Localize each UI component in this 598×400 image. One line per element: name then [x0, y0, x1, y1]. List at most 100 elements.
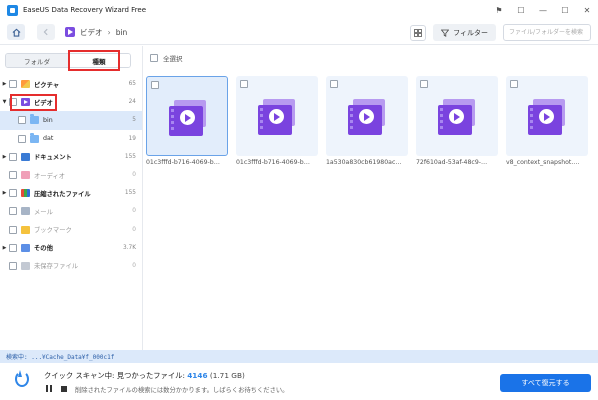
- tree-item-label: ドキュメント: [34, 154, 72, 162]
- tab-folder[interactable]: フォルダ: [6, 54, 68, 67]
- filter-label: フィルター: [453, 28, 488, 37]
- filter-button[interactable]: フィルター: [433, 24, 496, 41]
- bookmark-icon: [21, 225, 30, 234]
- tree-item-label: ブックマーク: [34, 227, 72, 235]
- tree-item-audio[interactable]: オーディオ 0: [0, 166, 142, 184]
- file-name: 01c3fffd-b716-4069-b…: [236, 159, 310, 166]
- file-card[interactable]: [416, 76, 498, 156]
- checkbox[interactable]: [9, 243, 17, 252]
- file-card[interactable]: [506, 76, 588, 156]
- scan-summary: クイック スキャン中: 見つかったファイル: 4146 (1.71 GB): [44, 371, 245, 381]
- grid-view-icon: [414, 28, 423, 37]
- checkbox[interactable]: [9, 189, 17, 198]
- feedback-icon[interactable]: ⚑: [488, 0, 510, 20]
- tree-item-count: 19: [128, 135, 136, 142]
- document-icon: [21, 152, 30, 161]
- mail-icon: [21, 207, 30, 216]
- app-logo-icon: [7, 4, 18, 16]
- found-count: 4146: [187, 371, 208, 380]
- file-checkbox[interactable]: [420, 80, 428, 88]
- pause-icon[interactable]: [46, 385, 52, 392]
- tree-item-bookmark[interactable]: ブックマーク 0: [0, 221, 142, 239]
- tree-item-count: 0: [132, 208, 136, 215]
- tree-item-unsaved[interactable]: 未保存ファイル 0: [0, 257, 142, 275]
- checkbox[interactable]: [9, 80, 17, 89]
- file-name: 72f610ad-53af-48c9-…: [416, 159, 488, 166]
- window-controls: ⚑ ☐ — ☐ ✕: [488, 0, 598, 20]
- breadcrumb-video[interactable]: ビデオ: [80, 27, 103, 38]
- file-card[interactable]: [326, 76, 408, 156]
- select-all-checkbox[interactable]: [150, 54, 158, 62]
- checkbox[interactable]: [9, 261, 17, 270]
- tree-item-count: 0: [132, 172, 136, 179]
- select-all[interactable]: 全選択: [150, 53, 183, 63]
- tree-item-count: 24: [128, 99, 136, 106]
- checkbox[interactable]: [9, 225, 17, 234]
- tree-item-picture[interactable]: ▶ ピクチャ 65: [0, 75, 142, 93]
- tree-item-label: bin: [43, 116, 53, 124]
- scan-progress-panel: クイック スキャン中: 見つかったファイル: 4146 (1.71 GB) 削除…: [0, 363, 598, 400]
- back-button[interactable]: [37, 24, 55, 40]
- tree-item-other[interactable]: ▶ その他 3.7K: [0, 239, 142, 257]
- tree-item-count: 65: [128, 81, 136, 88]
- file-card[interactable]: [236, 76, 318, 156]
- expand-arrow-icon[interactable]: ▶: [0, 81, 9, 87]
- breadcrumb-bin[interactable]: bin: [116, 28, 128, 37]
- tree-item-label: dat: [43, 135, 54, 143]
- file-grid-panel: 全選択 01c3fffd-b716-4069-b… 01c3fffd-b716-…: [144, 46, 598, 350]
- back-arrow-icon: [43, 28, 48, 36]
- video-file-icon: [438, 99, 476, 135]
- scan-label: クイック スキャン中: 見つかったファイル:: [44, 371, 185, 380]
- file-checkbox[interactable]: [151, 81, 159, 89]
- close-button[interactable]: ✕: [576, 0, 598, 20]
- tree-item-archive[interactable]: ▶ 圧縮されたファイル 155: [0, 184, 142, 202]
- scan-controls: [46, 385, 67, 392]
- checkbox[interactable]: [9, 171, 17, 180]
- tree-item-count: 0: [132, 226, 136, 233]
- recover-all-button[interactable]: すべて復元する: [500, 374, 591, 392]
- home-icon: [12, 28, 20, 37]
- expand-arrow-icon[interactable]: ▶: [0, 190, 9, 196]
- folder-icon: [30, 132, 39, 143]
- search-input[interactable]: [503, 24, 591, 41]
- minimize-button[interactable]: —: [532, 0, 554, 20]
- stop-icon[interactable]: [61, 385, 67, 392]
- other-files-icon: [21, 243, 30, 252]
- tree-item-bin[interactable]: bin 5: [0, 111, 142, 130]
- notes-icon[interactable]: ☐: [510, 0, 532, 20]
- scanning-icon: [12, 370, 29, 387]
- file-card[interactable]: [146, 76, 228, 156]
- tree-item-count: 155: [124, 190, 136, 197]
- tree-item-document[interactable]: ▶ ドキュメント 155: [0, 148, 142, 166]
- video-file-icon: [348, 99, 386, 135]
- breadcrumb-separator: ›: [107, 27, 111, 37]
- scan-hint: 削除されたファイルの検索には数分かかります。しばらくお待ちください。: [75, 387, 289, 394]
- checkbox[interactable]: [9, 152, 17, 161]
- app-window: EaseUS Data Recovery Wizard Free ⚑ ☐ — ☐…: [0, 0, 598, 400]
- maximize-button[interactable]: ☐: [554, 0, 576, 20]
- home-button[interactable]: [7, 24, 25, 40]
- video-file-icon: [258, 99, 296, 135]
- file-checkbox[interactable]: [510, 80, 518, 88]
- checkbox[interactable]: [18, 116, 26, 125]
- tree-item-count: 0: [132, 262, 136, 269]
- expand-arrow-icon[interactable]: ▶: [0, 245, 9, 251]
- file-checkbox[interactable]: [240, 80, 248, 88]
- collapse-arrow-icon[interactable]: ▼: [0, 99, 9, 105]
- view-mode-button[interactable]: [410, 24, 427, 41]
- tree-item-label: ピクチャ: [34, 81, 60, 89]
- found-size: (1.71 GB): [209, 371, 245, 380]
- video-folder-icon: [65, 27, 75, 37]
- tree-item-mail[interactable]: メール 0: [0, 202, 142, 220]
- toolbar: ビデオ › bin フィルター: [0, 20, 598, 45]
- file-checkbox[interactable]: [330, 80, 338, 88]
- expand-arrow-icon[interactable]: ▶: [0, 154, 9, 160]
- tree-item-label: オーディオ: [34, 172, 66, 180]
- filter-icon: [441, 29, 450, 37]
- checkbox[interactable]: [9, 207, 17, 216]
- tree-item-dat[interactable]: dat 19: [0, 130, 142, 148]
- unsaved-file-icon: [21, 261, 30, 270]
- file-name: 1a530a830cb61980ac…: [326, 159, 402, 166]
- tree-item-label: メール: [34, 208, 53, 216]
- checkbox[interactable]: [18, 134, 26, 143]
